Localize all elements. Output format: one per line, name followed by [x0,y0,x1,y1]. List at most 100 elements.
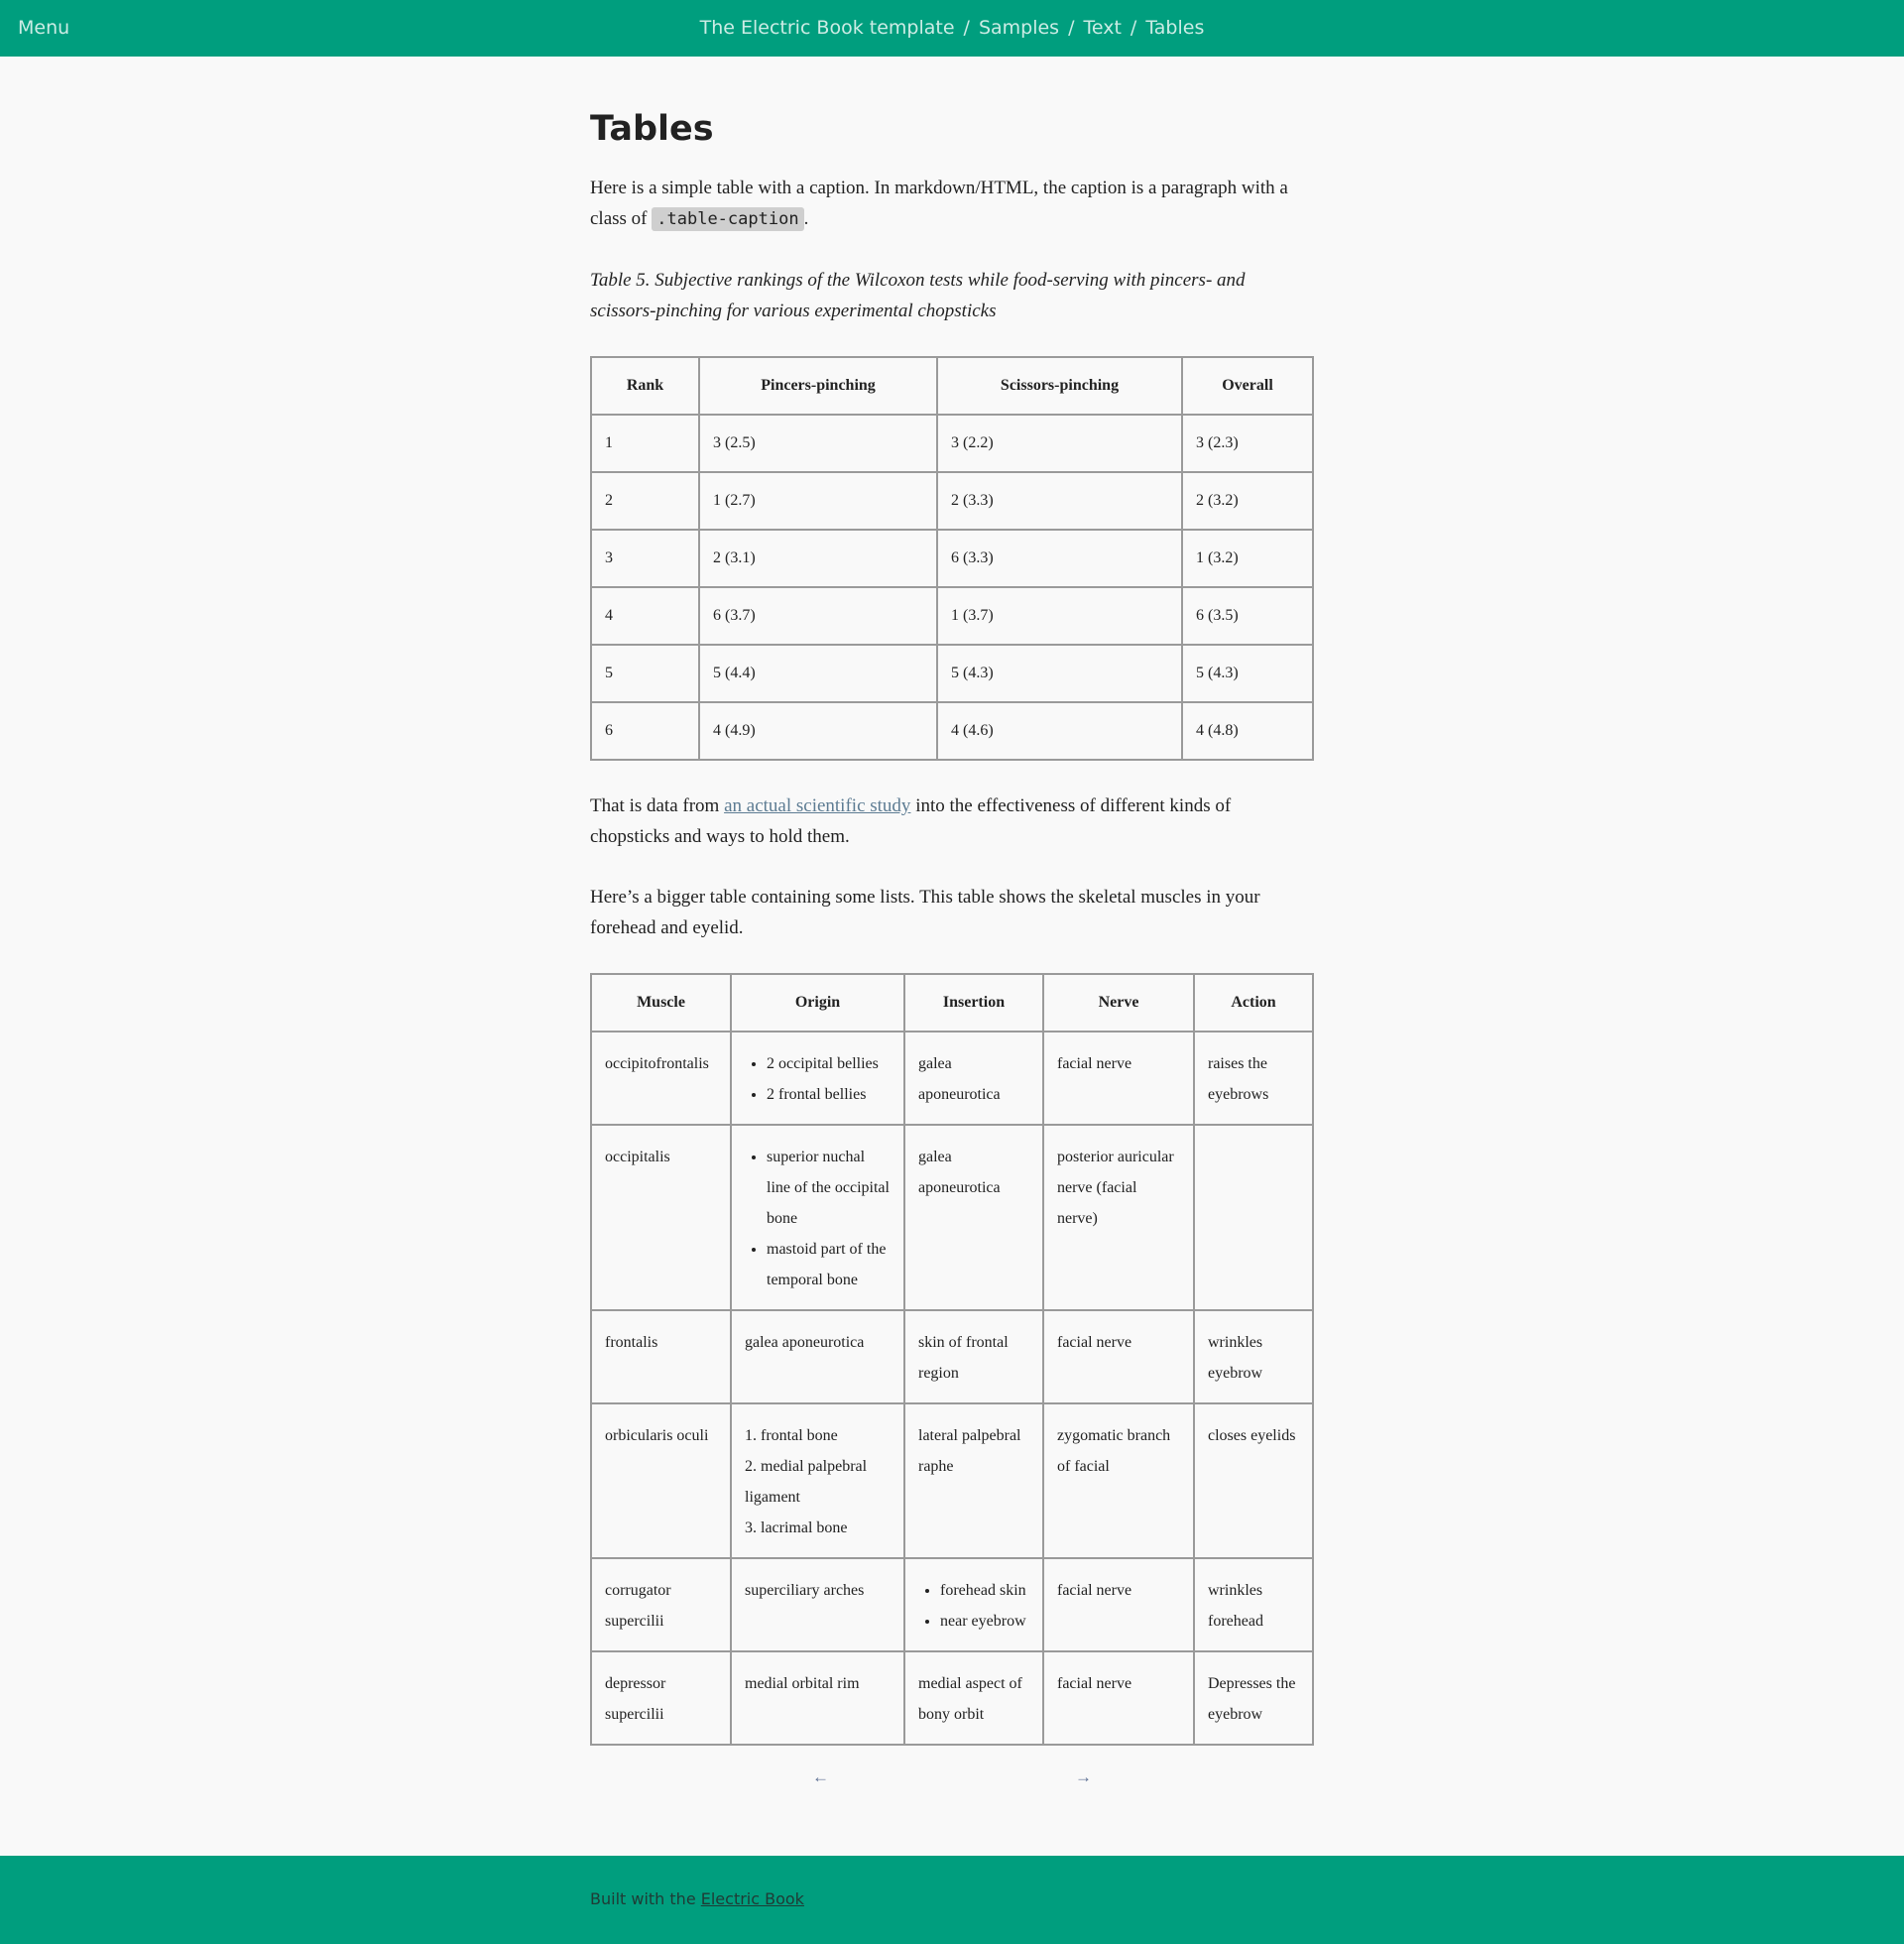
table-cell: 5 [590,644,700,703]
breadcrumb-item-tables[interactable]: Tables [1145,17,1204,39]
table-cell: 6 (3.5) [1181,586,1314,646]
table-cell: posterior auricular nerve (facial nerve) [1042,1124,1195,1311]
study-link[interactable]: an actual scientific study [724,795,910,816]
electric-book-link[interactable]: Electric Book [701,1889,804,1908]
table-cell: 2 [590,471,700,531]
column-header-scissors: Scissors-pinching [936,356,1183,416]
table-cell: 2 occipital bellies 2 frontal bellies [730,1031,905,1126]
origin-list: superior nuchal line of the occipital bo… [745,1142,891,1295]
table-row: depressor supercilii medial orbital rim … [590,1650,1314,1746]
table-cell: zygomatic branch of facial [1042,1402,1195,1559]
list-item: forehead skin [940,1575,1029,1606]
breadcrumb-item-text[interactable]: Text [1083,17,1121,39]
table-cell: facial nerve [1042,1309,1195,1404]
table-cell: 1 (3.2) [1181,529,1314,588]
inline-code: .table-caption [652,207,804,231]
intro-paragraph: Here is a simple table with a caption. I… [590,173,1314,235]
table-row: 5 5 (4.4) 5 (4.3) 5 (4.3) [590,644,1314,703]
table-cell: lateral palpebral raphe [903,1402,1044,1559]
column-header-insertion: Insertion [903,973,1044,1033]
origin-list: 2 occipital bellies 2 frontal bellies [745,1048,891,1110]
column-header-origin: Origin [730,973,905,1033]
table-cell: orbicularis oculi [590,1402,732,1559]
table-cell: 1 [590,414,700,473]
table-row: occipitofrontalis 2 occipital bellies 2 … [590,1031,1314,1126]
rankings-table: Rank Pincers-pinching Scissors-pinching … [590,356,1314,761]
table-cell: wrinkles eyebrow [1193,1309,1314,1404]
table-row: corrugator supercilii superciliary arche… [590,1557,1314,1652]
table-cell: 1. frontal bone 2. medial palpebral liga… [730,1402,905,1559]
table-row: 1 3 (2.5) 3 (2.2) 3 (2.3) [590,414,1314,473]
table-cell: medial orbital rim [730,1650,905,1746]
page-title: Tables [590,109,714,149]
intro-end: . [803,208,809,229]
table-cell: 3 [590,529,700,588]
list-item: near eyebrow [940,1606,1029,1637]
table-cell: facial nerve [1042,1031,1195,1126]
table-cell: superior nuchal line of the occipital bo… [730,1124,905,1311]
table-header-row: Rank Pincers-pinching Scissors-pinching … [590,356,1314,416]
table-cell: 5 (4.3) [1181,644,1314,703]
table-cell: wrinkles forehead [1193,1557,1314,1652]
origin-numbered-list: 1. frontal bone 2. medial palpebral liga… [745,1420,891,1543]
table-cell: 3 (2.2) [936,414,1183,473]
table-header-row: Muscle Origin Insertion Nerve Action [590,973,1314,1033]
table-cell: 6 (3.7) [698,586,938,646]
top-bar: Menu The Electric Book template / Samples /… [0,0,1904,57]
table-cell: 2 (3.1) [698,529,938,588]
table-cell: 3 (2.5) [698,414,938,473]
table-cell: raises the eyebrows [1193,1031,1314,1126]
table-cell: occipitalis [590,1124,732,1311]
previous-page-arrow-icon[interactable]: ← [812,1767,829,1787]
table-cell: 4 (4.9) [698,701,938,761]
muscles-table: Muscle Origin Insertion Nerve Action occ… [590,973,1314,1746]
list-item: 1. frontal bone [745,1427,838,1444]
bigger-table-paragraph: Here’s a bigger table containing some li… [590,887,1260,938]
table-cell: superciliary arches [730,1557,905,1652]
column-header-action: Action [1193,973,1314,1033]
table-cell: forehead skin near eyebrow [903,1557,1044,1652]
list-item: 2. medial palpebral ligament [745,1458,868,1506]
table-cell: facial nerve [1042,1557,1195,1652]
insertion-list: forehead skin near eyebrow [918,1575,1029,1637]
table-caption: Table 5. Subjective rankings of the Wilc… [590,270,1246,321]
table-row: occipitalis superior nuchal line of the … [590,1124,1314,1311]
breadcrumb-separator: / [963,17,970,39]
column-header-nerve: Nerve [1042,973,1195,1033]
breadcrumb-separator: / [1130,17,1137,39]
page-navigation: ← → [0,1767,1904,1797]
table-cell: galea aponeurotica [903,1031,1044,1126]
table-cell: 1 (3.7) [936,586,1183,646]
table-cell: 5 (4.3) [936,644,1183,703]
breadcrumb-separator: / [1068,17,1075,39]
column-header-pincers: Pincers-pinching [698,356,938,416]
table-cell: 2 (3.2) [1181,471,1314,531]
table-cell: Depresses the eyebrow [1193,1650,1314,1746]
table-cell: 4 (4.6) [936,701,1183,761]
breadcrumb-item-book[interactable]: The Electric Book template [700,17,955,39]
breadcrumb-item-samples[interactable]: Samples [979,17,1059,39]
table-cell [1193,1124,1314,1311]
study-text-1: That is data from [590,795,720,816]
list-item: mastoid part of the temporal bone [767,1234,891,1295]
study-paragraph: That is data from an actual scientific s… [590,790,1314,852]
main-content: Tables Here is a simple table with a cap… [590,99,1314,1775]
table-cell: medial aspect of bony orbit [903,1650,1044,1746]
table-cell: closes eyelids [1193,1402,1314,1559]
table-cell: facial nerve [1042,1650,1195,1746]
table-cell: skin of frontal region [903,1309,1044,1404]
next-page-arrow-icon[interactable]: → [1075,1767,1092,1787]
table-cell: frontalis [590,1309,732,1404]
footer-text: Built with the [590,1889,696,1908]
table-row: 4 6 (3.7) 1 (3.7) 6 (3.5) [590,586,1314,646]
table-cell: 2 (3.3) [936,471,1183,531]
table-cell: 6 [590,701,700,761]
column-header-overall: Overall [1181,356,1314,416]
table-row: frontalis galea aponeurotica skin of fro… [590,1309,1314,1404]
table-cell: 6 (3.3) [936,529,1183,588]
list-item: 3. lacrimal bone [745,1519,848,1536]
column-header-muscle: Muscle [590,973,732,1033]
list-item: superior nuchal line of the occipital bo… [767,1142,891,1234]
table-cell: 4 [590,586,700,646]
table-cell: 3 (2.3) [1181,414,1314,473]
